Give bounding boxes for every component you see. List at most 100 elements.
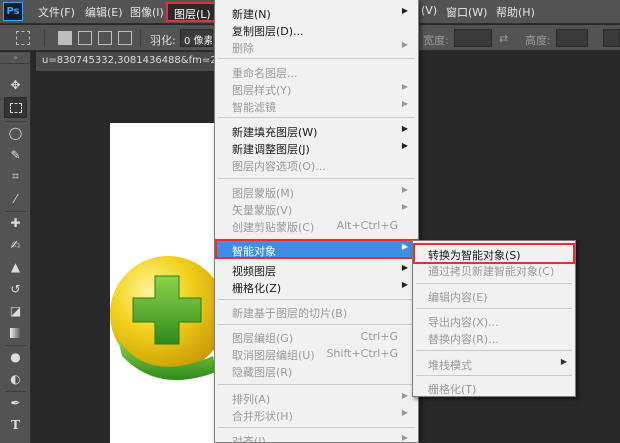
menu-item-label: 排列(A)	[232, 393, 271, 406]
pen-tool-icon[interactable]: ✒	[4, 392, 27, 413]
menu-item-label: 堆栈模式	[428, 359, 472, 372]
blur-tool-icon[interactable]: ●	[4, 346, 27, 367]
menu-item-create-clipping-mask[interactable]: 创建剪贴蒙版(C) Alt+Ctrl+G	[215, 217, 418, 235]
menu-item-ungroup-layers[interactable]: 取消图层编组(U) Shift+Ctrl+G	[215, 345, 418, 363]
menu-item-arrange[interactable]: 排列(A) ▶	[215, 389, 418, 407]
submenu-arrow-icon: ▶	[401, 141, 408, 150]
menu-item-smart-filter[interactable]: 智能滤镜 ▶	[215, 97, 418, 115]
lasso-tool-icon[interactable]: ◯	[4, 122, 27, 143]
menu-item-label: 矢量蒙版(V)	[232, 204, 293, 217]
marquee-preset-icon[interactable]	[16, 31, 30, 45]
menu-item-label: 图层编组(G)	[232, 332, 294, 345]
gradient-tool-icon[interactable]	[4, 322, 27, 343]
options-divider	[140, 29, 141, 47]
menu-item-new-smart-object-via-copy[interactable]: 通过拷贝新建智能对象(C)	[413, 261, 575, 279]
swap-icon[interactable]: ⇄	[499, 32, 508, 45]
menu-help[interactable]: 帮助(H)	[496, 4, 535, 20]
type-tool-icon[interactable]: T	[4, 414, 27, 435]
menu-item-rasterize-smart[interactable]: 栅格化(T)	[413, 379, 575, 397]
menu-window[interactable]: 窗口(W)	[446, 4, 487, 20]
menu-item-smart-object[interactable]: 智能对象 ▶	[215, 239, 418, 259]
menu-view[interactable]: (V)	[421, 4, 437, 17]
feather-value: 0 像素	[184, 36, 212, 47]
eraser-tool-icon[interactable]: ◪	[4, 300, 27, 321]
menu-separator	[218, 299, 415, 300]
menu-item-label: 删除	[232, 42, 254, 55]
height-input[interactable]	[556, 29, 588, 47]
menu-separator	[416, 283, 572, 284]
width-input[interactable]	[454, 29, 492, 47]
toolbox-grip[interactable]: »	[0, 52, 31, 64]
menu-separator	[416, 308, 572, 309]
menu-item-align[interactable]: 对齐(I) ▶	[215, 431, 418, 443]
menu-image[interactable]: 图像(I)	[130, 4, 164, 20]
menu-item-combine-shapes[interactable]: 合并形状(H) ▶	[215, 406, 418, 424]
menu-item-vector-mask[interactable]: 矢量蒙版(V) ▶	[215, 200, 418, 218]
menu-item-shortcut: Alt+Ctrl+G	[336, 219, 398, 232]
menu-item-new-fill-layer[interactable]: 新建填充图层(W) ▶	[215, 122, 418, 140]
menu-item-label: 导出内容(X)...	[428, 316, 499, 329]
document-tab-title: u=830745332,3081436488&fm=27&	[42, 55, 231, 66]
submenu-arrow-icon: ▶	[401, 82, 408, 91]
menu-edit[interactable]: 编辑(E)	[85, 4, 123, 20]
feather-input[interactable]: 0 像素	[180, 29, 213, 47]
menu-item-group-layers[interactable]: 图层编组(G) Ctrl+G	[215, 328, 418, 346]
menu-item-video-layer[interactable]: 视频图层 ▶	[215, 261, 418, 279]
menu-item-replace-contents[interactable]: 替换内容(R)...	[413, 329, 575, 347]
dodge-tool-icon[interactable]: ◐	[4, 368, 27, 389]
quick-select-tool-icon[interactable]: ✎	[4, 144, 27, 165]
menu-item-label: 图层样式(Y)	[232, 84, 292, 97]
menu-item-delete[interactable]: 删除 ▶	[215, 38, 418, 56]
menu-item-new-adjustment-layer[interactable]: 新建调整图层(J) ▶	[215, 139, 418, 157]
menu-item-rename-layer[interactable]: 重命名图层...	[215, 63, 418, 81]
new-selection-icon[interactable]	[58, 31, 72, 45]
refine-edge-button[interactable]	[603, 29, 620, 47]
menu-item-label: 新建填充图层(W)	[232, 126, 318, 139]
menu-item-edit-contents[interactable]: 编辑内容(E)	[413, 287, 575, 305]
submenu-arrow-icon: ▶	[401, 185, 408, 194]
menu-separator	[416, 350, 572, 351]
brush-tool-icon[interactable]: ✍	[4, 234, 27, 255]
menu-item-shortcut: Ctrl+G	[360, 330, 398, 343]
submenu-arrow-icon: ▶	[560, 357, 567, 366]
menu-separator	[218, 384, 415, 385]
menu-separator	[218, 117, 415, 118]
marquee-tool-icon[interactable]	[4, 97, 27, 118]
add-selection-icon[interactable]	[78, 31, 92, 45]
menu-item-label: 编辑内容(E)	[428, 291, 488, 304]
menu-separator	[218, 58, 415, 59]
move-tool-icon[interactable]: ✥	[4, 74, 27, 95]
menu-item-label: 图层蒙版(M)	[232, 187, 295, 200]
document-tab[interactable]: u=830745332,3081436488&fm=27&	[36, 52, 236, 71]
options-divider	[44, 29, 45, 47]
menu-item-new[interactable]: 新建(N) ▶	[215, 4, 418, 22]
menu-separator	[218, 178, 415, 179]
eyedropper-tool-icon[interactable]: ⁄	[4, 188, 27, 209]
menu-item-label: 创建剪贴蒙版(C)	[232, 221, 315, 234]
menu-item-layer-style[interactable]: 图层样式(Y) ▶	[215, 80, 418, 98]
clone-stamp-tool-icon[interactable]: ▲	[4, 256, 27, 277]
menu-item-layer-content-options[interactable]: 图层内容选项(O)...	[215, 156, 418, 174]
submenu-arrow-icon: ▶	[401, 263, 408, 272]
menu-item-export-contents[interactable]: 导出内容(X)...	[413, 312, 575, 330]
menu-file[interactable]: 文件(F)	[38, 4, 75, 20]
width-label: 宽度:	[423, 34, 449, 47]
menu-item-label: 通过拷贝新建智能对象(C)	[428, 265, 555, 278]
menu-item-label: 图层内容选项(O)...	[232, 160, 326, 173]
intersect-selection-icon[interactable]	[118, 31, 132, 45]
menu-item-rasterize[interactable]: 栅格化(Z) ▶	[215, 278, 418, 296]
menu-layer[interactable]: 图层(L)	[166, 2, 219, 22]
healing-brush-tool-icon[interactable]: ✚	[4, 212, 27, 233]
menu-item-new-layer-based-slice[interactable]: 新建基于图层的切片(B)	[215, 303, 418, 321]
menu-item-stack-mode[interactable]: 堆栈模式 ▶	[413, 355, 575, 373]
submenu-arrow-icon: ▶	[401, 99, 408, 108]
subtract-selection-icon[interactable]	[98, 31, 112, 45]
height-label: 高度:	[525, 34, 551, 47]
history-brush-tool-icon[interactable]: ↺	[4, 278, 27, 299]
menu-item-label: 视频图层	[232, 265, 276, 278]
crop-tool-icon[interactable]: ⌗	[4, 166, 27, 187]
menu-item-hide-layers[interactable]: 隐藏图层(R)	[215, 362, 418, 380]
feather-label: 羽化:	[150, 34, 176, 47]
menu-item-duplicate-layer[interactable]: 复制图层(D)...	[215, 21, 418, 39]
menu-item-layer-mask[interactable]: 图层蒙版(M) ▶	[215, 183, 418, 201]
